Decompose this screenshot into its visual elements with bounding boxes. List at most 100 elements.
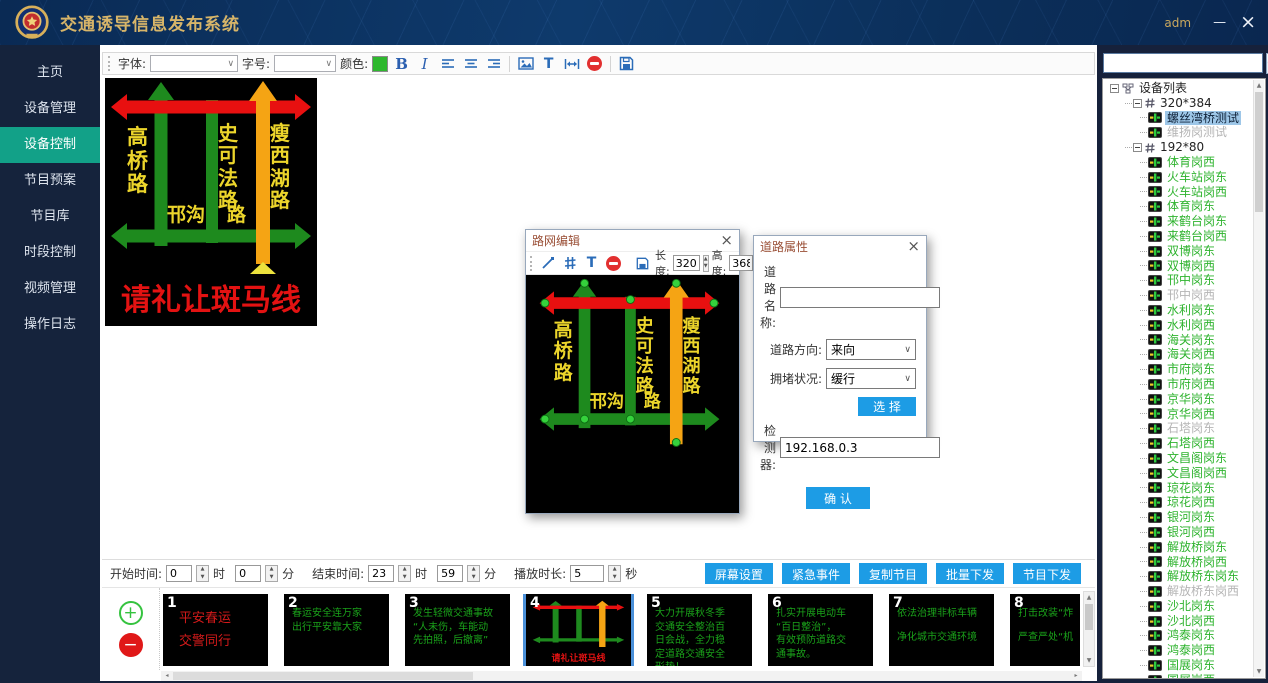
end-hour-spinner[interactable]: ▲▼	[398, 565, 411, 582]
end-minute-spinner[interactable]: ▲▼	[467, 565, 480, 582]
align-left-button[interactable]	[438, 54, 457, 73]
tree-item-label[interactable]: 来鹤台岗东	[1165, 214, 1229, 229]
tree-item-label[interactable]: 火车站岗东	[1165, 170, 1229, 185]
tree-item-label[interactable]: 市府岗西	[1165, 377, 1217, 392]
detector-input[interactable]	[780, 437, 940, 458]
device-search-input[interactable]	[1103, 53, 1263, 73]
tree-item-label[interactable]: 银河岗东	[1165, 510, 1217, 525]
spinner-down-icon[interactable]: ▼	[609, 574, 620, 582]
emergency-event-button[interactable]: 紧急事件	[782, 563, 850, 584]
tree-item-label[interactable]: 石塔岗东	[1165, 421, 1217, 436]
minimize-button[interactable]: —	[1213, 15, 1226, 30]
tree-item-label[interactable]: 320*384	[1158, 96, 1214, 111]
fit-width-button[interactable]	[562, 54, 581, 73]
spinner-up-icon[interactable]: ▲	[197, 566, 208, 574]
playlist-item-1[interactable]: 1平安春运交警同行	[163, 594, 268, 666]
italic-button[interactable]: I	[415, 54, 434, 73]
tree-item-label[interactable]: 国展岗东	[1165, 658, 1217, 673]
collapse-toggle-icon[interactable]	[1133, 99, 1142, 108]
tree-item-label[interactable]: 京华岗东	[1165, 392, 1217, 407]
play-duration-input[interactable]	[570, 565, 604, 582]
sidebar-item-device-management[interactable]: 设备管理	[0, 91, 100, 127]
sidebar-item-home[interactable]: 主页	[0, 55, 100, 91]
spinner-down-icon[interactable]: ▼	[266, 574, 277, 582]
scrollbar-thumb[interactable]	[1085, 604, 1093, 630]
dialog-title-bar[interactable]: 路网编辑 ×	[526, 230, 739, 251]
tree-item-label[interactable]: 沙北岗西	[1165, 614, 1217, 629]
playlist-item-3[interactable]: 3发生轻微交通事故“人未伤，车能动先拍照，后撤离”	[405, 594, 510, 666]
tree-item-label[interactable]: 海关岗东	[1165, 333, 1217, 348]
font-size-select[interactable]: ∨	[274, 55, 336, 72]
sidebar-item-video-management[interactable]: 视频管理	[0, 271, 100, 307]
close-dialog-button[interactable]: ×	[720, 233, 733, 248]
road-network-canvas[interactable]: 高桥路史可法路瘦西湖路邗沟路	[526, 275, 739, 513]
font-family-select[interactable]: ∨	[150, 55, 238, 72]
spinner-down-icon[interactable]: ▼	[197, 574, 208, 582]
add-program-button[interactable]: +	[119, 601, 143, 625]
playlist-item-4[interactable]: 4请礼让斑马线	[526, 594, 631, 666]
road-direction-select[interactable]: 来向 ∨	[826, 339, 916, 360]
scroll-left-icon[interactable]: ◂	[161, 671, 173, 682]
spinner-up-icon[interactable]: ▲	[266, 566, 277, 574]
tree-item-label[interactable]: 来鹤台岗西	[1165, 229, 1229, 244]
sidebar-item-operation-log[interactable]: 操作日志	[0, 307, 100, 343]
save-button[interactable]	[633, 254, 652, 273]
playlist-item-7[interactable]: 7依法治理非标车辆净化城市交通环境	[889, 594, 994, 666]
scrollbar-thumb[interactable]	[1255, 92, 1263, 212]
tree-item-label[interactable]: 设备列表	[1137, 81, 1189, 96]
remove-program-button[interactable]: −	[119, 633, 143, 657]
dialog-title-bar[interactable]: 道路属性 ×	[754, 236, 926, 257]
tree-item-label[interactable]: 邗中岗西	[1165, 288, 1217, 303]
scrollbar-thumb[interactable]	[173, 672, 473, 680]
tree-item-label[interactable]: 海关岗西	[1165, 347, 1217, 362]
bold-button[interactable]: B	[392, 54, 411, 73]
tree-item-label[interactable]: 体育岗西	[1165, 155, 1217, 170]
copy-program-button[interactable]: 复制节目	[859, 563, 927, 584]
confirm-button[interactable]: 确 认	[806, 487, 870, 509]
close-dialog-button[interactable]: ×	[907, 239, 920, 254]
start-minute-input[interactable]	[235, 565, 261, 582]
tree-item-label[interactable]: 维扬岗测试	[1165, 125, 1229, 140]
spinner-down-icon[interactable]: ▼	[468, 574, 479, 582]
tree-item-label[interactable]: 螺丝湾桥测试	[1165, 111, 1241, 126]
end-hour-input[interactable]	[368, 565, 394, 582]
scroll-right-icon[interactable]: ▸	[1070, 671, 1082, 682]
playlist-item-6[interactable]: 6扎实开展电动车“百日整治”，有效预防道路交通事故。	[768, 594, 873, 666]
height-input[interactable]	[729, 255, 753, 271]
select-detector-button[interactable]: 选 择	[858, 397, 916, 416]
delete-element-button[interactable]	[585, 54, 604, 73]
spinner-up-icon[interactable]: ▲	[399, 566, 410, 574]
tree-item-label[interactable]: 解放桥东岗东	[1165, 569, 1241, 584]
length-spinner[interactable]: ▲▼	[703, 255, 709, 272]
end-minute-input[interactable]	[437, 565, 463, 582]
scroll-up-icon[interactable]: ▲	[1254, 80, 1264, 91]
spinner-up-icon[interactable]: ▲	[468, 566, 479, 574]
playlist-horizontal-scrollbar[interactable]: ◂ ▸	[161, 671, 1082, 681]
batch-send-button[interactable]: 批量下发	[936, 563, 1004, 584]
screen-settings-button[interactable]: 屏幕设置	[705, 563, 773, 584]
tree-item-label[interactable]: 国展岗西	[1165, 673, 1217, 678]
spinner-up-icon[interactable]: ▲	[609, 566, 620, 574]
tree-item-label[interactable]: 192*80	[1158, 140, 1206, 155]
spinner-down-icon[interactable]: ▼	[399, 574, 410, 582]
road-name-input[interactable]	[780, 287, 940, 308]
insert-image-button[interactable]	[516, 54, 535, 73]
color-swatch[interactable]	[372, 56, 388, 72]
tree-item-label[interactable]: 鸿泰岗西	[1165, 643, 1217, 658]
collapse-toggle-icon[interactable]	[1133, 143, 1142, 152]
draw-road-button[interactable]	[538, 254, 557, 273]
sidebar-item-program-plan[interactable]: 节目预案	[0, 163, 100, 199]
tree-item-label[interactable]: 文昌阁岗东	[1165, 451, 1229, 466]
tree-item-label[interactable]: 鸿泰岗东	[1165, 628, 1217, 643]
tree-item-label[interactable]: 水利岗西	[1165, 318, 1217, 333]
text-tool-button[interactable]: T	[539, 54, 558, 73]
tree-item-label[interactable]: 解放桥岗西	[1165, 555, 1229, 570]
tree-item-label[interactable]: 石塔岗西	[1165, 436, 1217, 451]
congestion-select[interactable]: 缓行 ∨	[826, 368, 916, 389]
playlist-item-2[interactable]: 2春运安全连万家出行平安靠大家	[284, 594, 389, 666]
text-tool-button[interactable]: T	[582, 254, 601, 273]
scroll-up-icon[interactable]: ▲	[1084, 592, 1094, 603]
delete-element-button[interactable]	[604, 254, 623, 273]
start-hour-input[interactable]	[166, 565, 192, 582]
tree-item-label[interactable]: 体育岗东	[1165, 199, 1217, 214]
